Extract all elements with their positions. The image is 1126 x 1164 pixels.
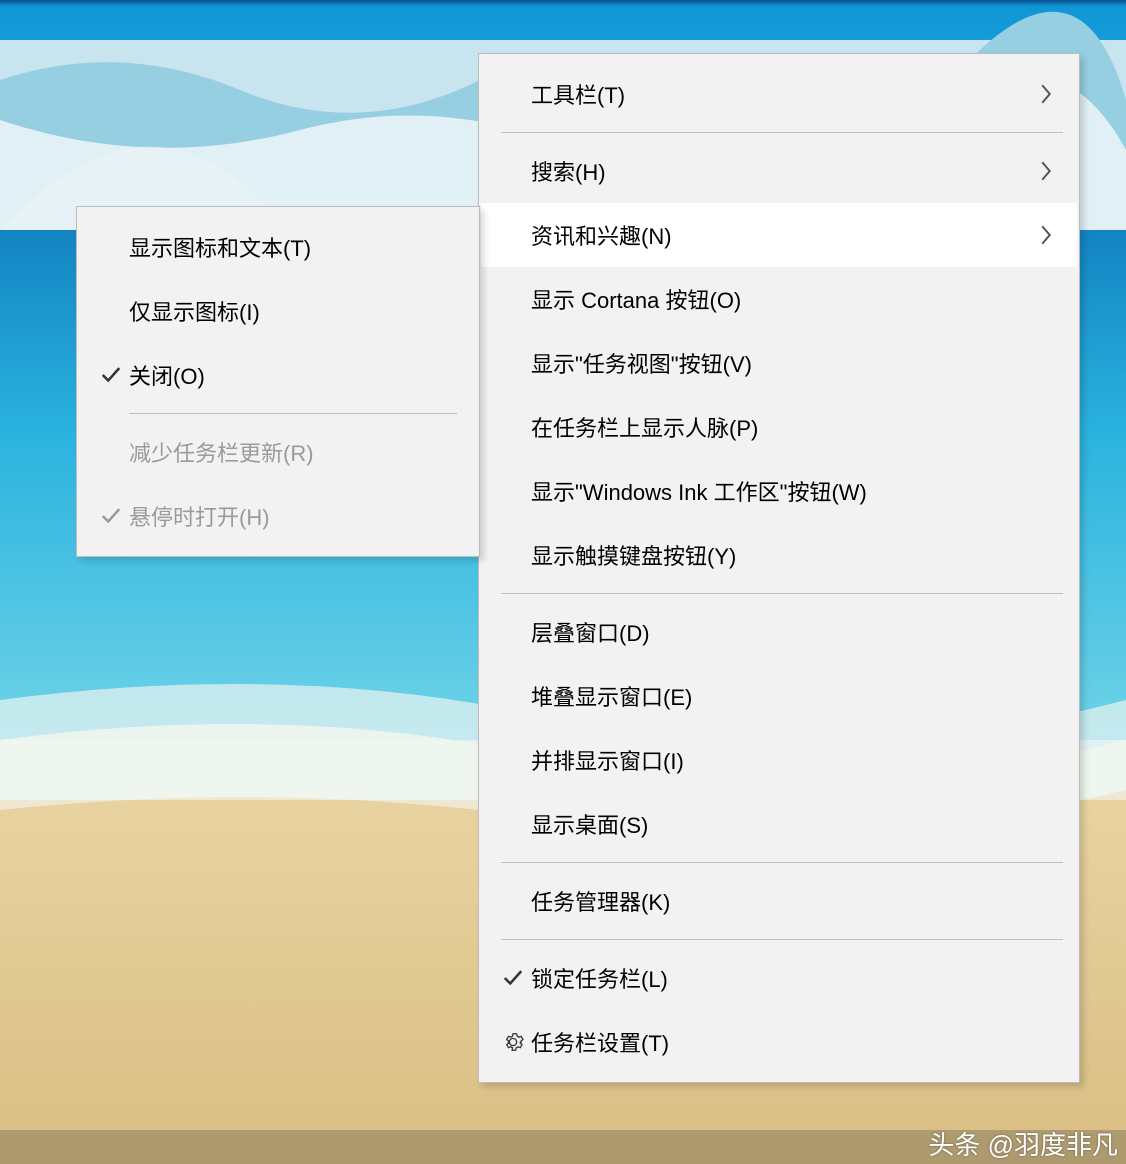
menu-label: 关闭(O)	[129, 359, 459, 391]
chevron-right-icon	[1039, 225, 1059, 245]
separator	[501, 939, 1063, 940]
menu-label: 工具栏(T)	[531, 78, 1039, 110]
check-icon	[495, 967, 531, 989]
menu-item-show-windows-ink[interactable]: 显示"Windows Ink 工作区"按钮(W)	[481, 459, 1077, 523]
gear-icon	[495, 1031, 531, 1053]
separator	[129, 413, 457, 414]
submenu-item-icon-and-text[interactable]: 显示图标和文本(T)	[79, 215, 477, 279]
menu-item-sidebyside-windows[interactable]: 并排显示窗口(I)	[481, 728, 1077, 792]
menu-item-toolbars[interactable]: 工具栏(T)	[481, 62, 1077, 126]
menu-label: 堆叠显示窗口(E)	[531, 680, 1059, 712]
submenu-item-open-on-hover: 悬停时打开(H)	[79, 484, 477, 548]
menu-item-show-taskview[interactable]: 显示"任务视图"按钮(V)	[481, 331, 1077, 395]
menu-label: 悬停时打开(H)	[129, 500, 459, 532]
check-icon	[93, 364, 129, 386]
menu-label: 显示"Windows Ink 工作区"按钮(W)	[531, 475, 1059, 507]
menu-label: 仅显示图标(I)	[129, 295, 459, 327]
menu-label: 资讯和兴趣(N)	[531, 219, 1039, 251]
chevron-right-icon	[1039, 84, 1059, 104]
menu-label: 锁定任务栏(L)	[531, 962, 1059, 994]
watermark-text: 头条 @羽度非凡	[928, 1125, 1118, 1162]
check-icon	[93, 505, 129, 527]
menu-label: 显示图标和文本(T)	[129, 231, 459, 263]
submenu-item-reduce-updates: 减少任务栏更新(R)	[79, 420, 477, 484]
menu-label: 任务栏设置(T)	[531, 1026, 1059, 1058]
menu-label: 在任务栏上显示人脉(P)	[531, 411, 1059, 443]
menu-item-show-touch-keyboard[interactable]: 显示触摸键盘按钮(Y)	[481, 523, 1077, 587]
menu-label: 并排显示窗口(I)	[531, 744, 1059, 776]
menu-item-task-manager[interactable]: 任务管理器(K)	[481, 869, 1077, 933]
menu-label: 层叠窗口(D)	[531, 616, 1059, 648]
menu-item-lock-taskbar[interactable]: 锁定任务栏(L)	[481, 946, 1077, 1010]
menu-label: 显示 Cortana 按钮(O)	[531, 283, 1059, 315]
menu-label: 显示"任务视图"按钮(V)	[531, 347, 1059, 379]
menu-item-cascade-windows[interactable]: 层叠窗口(D)	[481, 600, 1077, 664]
menu-item-show-desktop[interactable]: 显示桌面(S)	[481, 792, 1077, 856]
news-interests-submenu: 显示图标和文本(T) 仅显示图标(I) 关闭(O) 减少任务栏更新(R) 悬停时…	[76, 206, 480, 557]
menu-label: 任务管理器(K)	[531, 885, 1059, 917]
taskbar-context-menu: 工具栏(T) 搜索(H) 资讯和兴趣(N) 显示 Cortana 按钮(O) 显…	[478, 53, 1080, 1083]
menu-item-show-cortana[interactable]: 显示 Cortana 按钮(O)	[481, 267, 1077, 331]
menu-label: 显示桌面(S)	[531, 808, 1059, 840]
menu-item-news-interests[interactable]: 资讯和兴趣(N)	[481, 203, 1077, 267]
submenu-item-icon-only[interactable]: 仅显示图标(I)	[79, 279, 477, 343]
separator	[501, 862, 1063, 863]
chevron-right-icon	[1039, 161, 1059, 181]
separator	[501, 593, 1063, 594]
menu-item-stacked-windows[interactable]: 堆叠显示窗口(E)	[481, 664, 1077, 728]
menu-label: 搜索(H)	[531, 155, 1039, 187]
menu-label: 减少任务栏更新(R)	[129, 436, 459, 468]
submenu-item-off[interactable]: 关闭(O)	[79, 343, 477, 407]
menu-label: 显示触摸键盘按钮(Y)	[531, 539, 1059, 571]
menu-item-search[interactable]: 搜索(H)	[481, 139, 1077, 203]
menu-item-taskbar-settings[interactable]: 任务栏设置(T)	[481, 1010, 1077, 1074]
separator	[501, 132, 1063, 133]
menu-item-show-people[interactable]: 在任务栏上显示人脉(P)	[481, 395, 1077, 459]
